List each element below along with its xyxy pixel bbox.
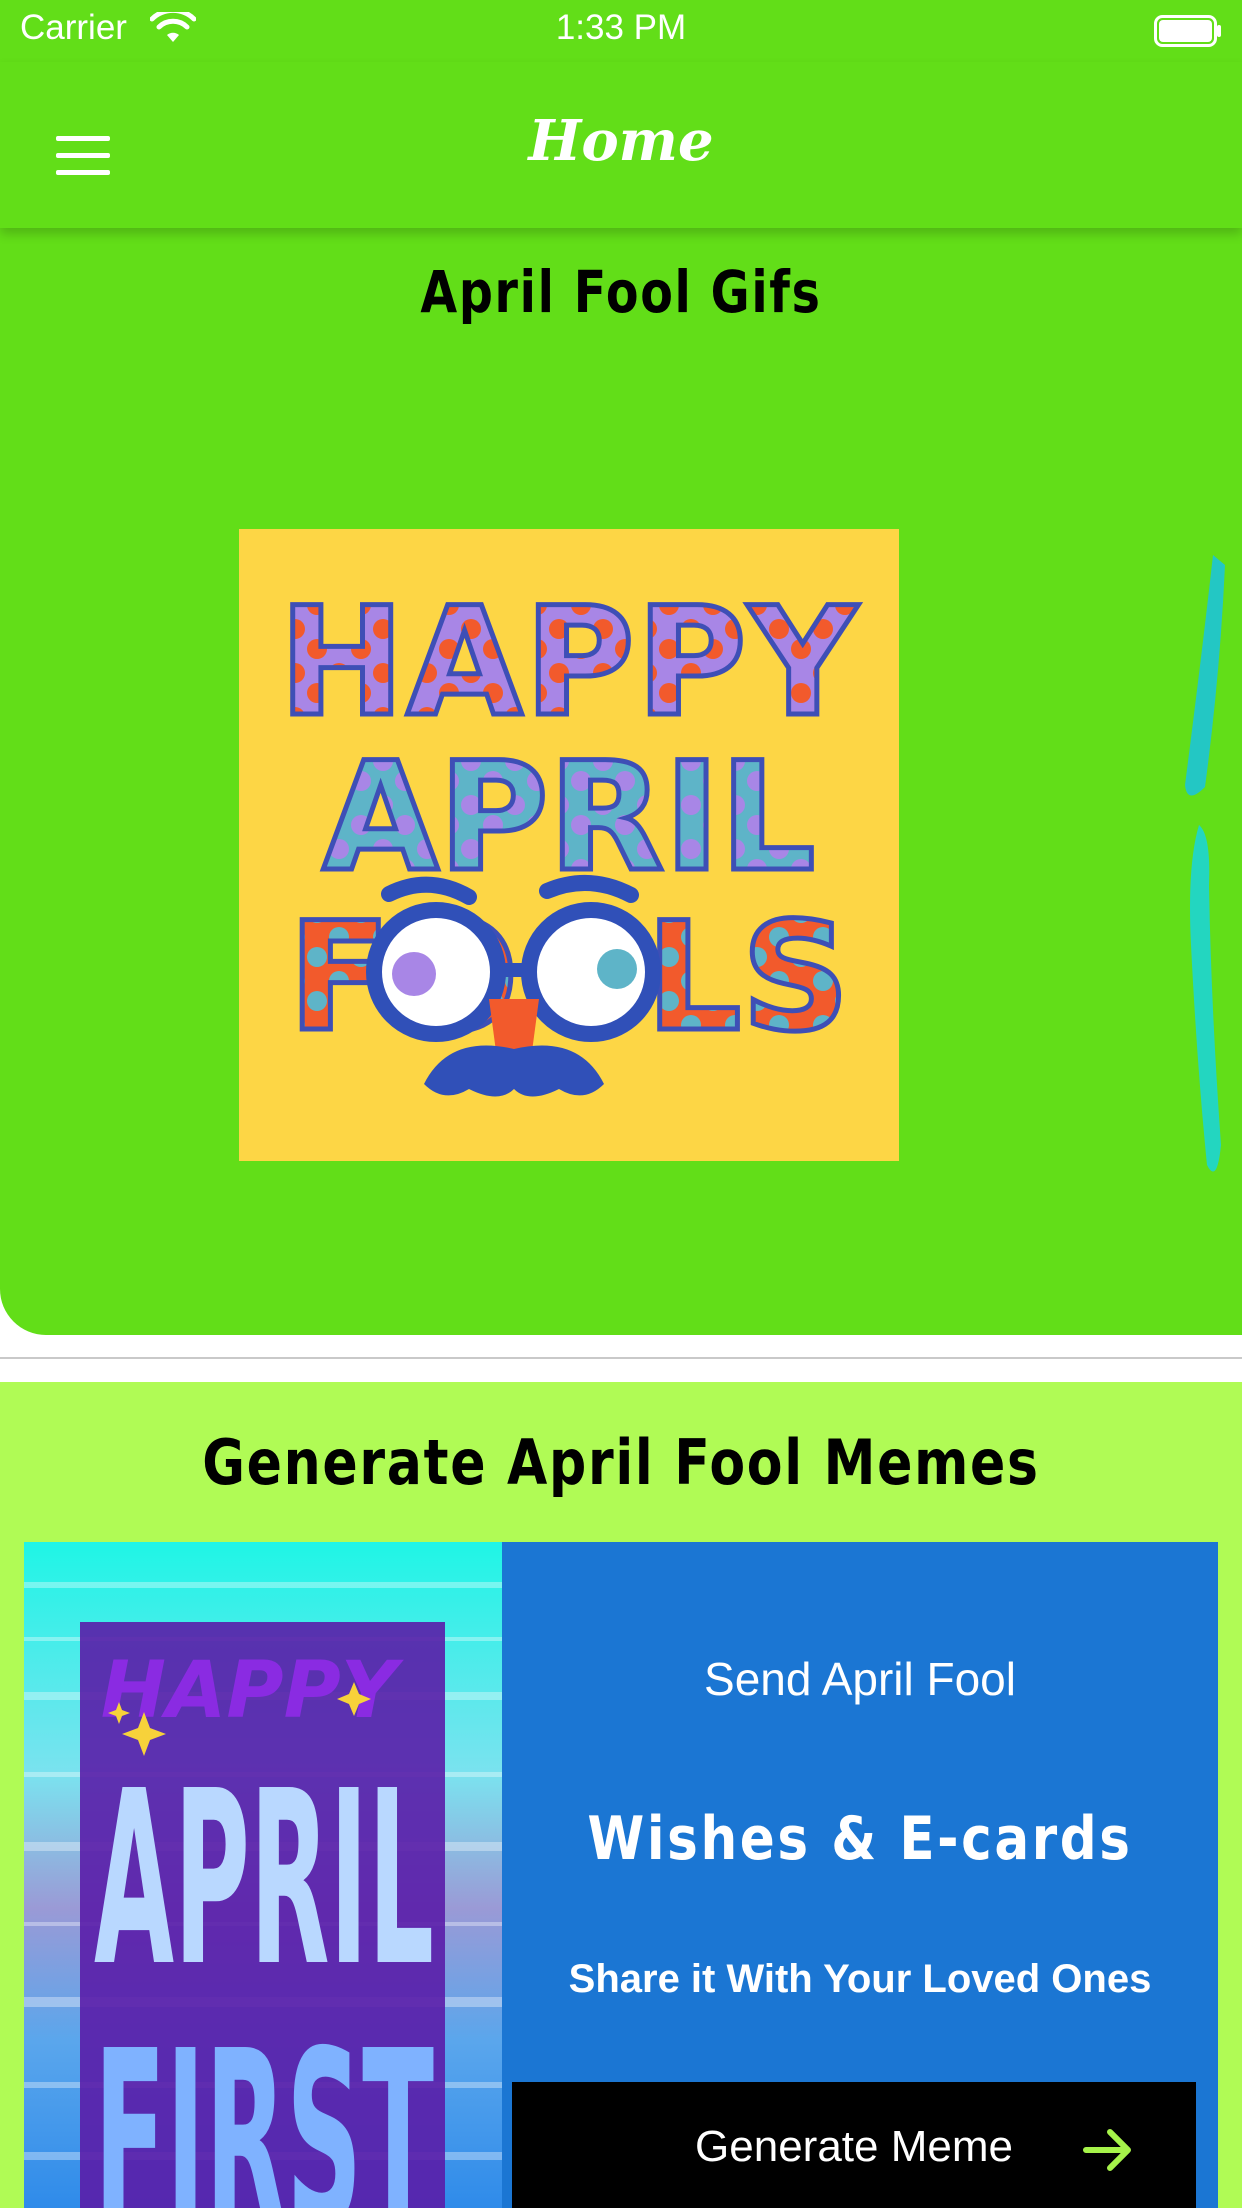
arrow-right-icon — [1083, 2129, 1131, 2171]
status-time: 1:33 PM — [555, 8, 687, 47]
status-bar: Carrier 1:33 PM — [0, 0, 1242, 62]
page-title: Home — [528, 108, 714, 174]
section-divider — [0, 1357, 1242, 1359]
gifs-section-title: April Fool Gifs — [420, 258, 822, 326]
next-gif-preview[interactable] — [1145, 525, 1242, 1225]
panel-title: Wishes & E-cards — [587, 1804, 1133, 1874]
memes-card: Generate April Fool Memes HAPPY APRIL FI… — [0, 1382, 1242, 2208]
meme-word-first: FIRST — [94, 1999, 434, 2208]
generate-meme-button[interactable]: Generate Meme — [512, 2082, 1196, 2208]
meme-word-april: APRIL — [94, 1739, 434, 2019]
panel-subtitle: Share it With Your Loved Ones — [568, 1957, 1152, 2001]
navigation-bar: Home — [0, 62, 1242, 228]
battery-icon — [1154, 15, 1221, 47]
wishes-panel: Send April Fool Wishes & E-cards Share i… — [502, 1542, 1218, 2208]
gif-word-happy: HAPPY — [279, 576, 859, 750]
gifs-card[interactable]: April Fool Gifs HAPPY APRIL — [0, 170, 1242, 1335]
memes-section-title: Generate April Fool Memes — [202, 1426, 1040, 1499]
panel-heading: Send April Fool — [704, 1653, 1016, 1705]
happy-april-first-image[interactable]: HAPPY APRIL FIRST — [24, 1542, 502, 2208]
happy-april-fools-gif[interactable]: HAPPY APRIL FOOLS — [239, 529, 899, 1161]
